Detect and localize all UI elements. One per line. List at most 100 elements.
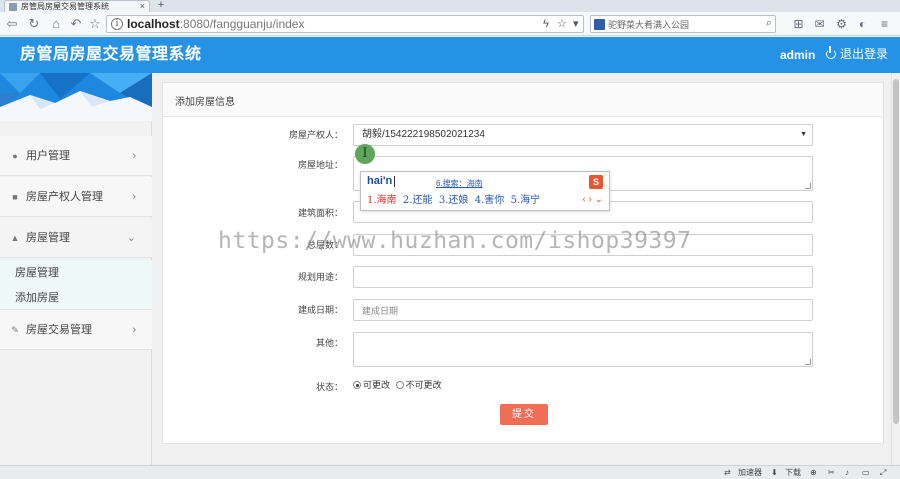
browser-status-bar: ⇄ 加速器 ⬇ 下载 ⊕ ✂ ♪ ▭ ⤢ [0, 465, 900, 479]
ime-page-arrows-icon[interactable]: ‹ › ⌄ [582, 194, 603, 205]
resize-grip-icon[interactable] [805, 359, 811, 365]
screenshot-icon[interactable]: ✂ [828, 467, 835, 478]
settings-gear-icon[interactable]: ⚙ [835, 18, 848, 31]
purpose-input[interactable] [353, 266, 813, 288]
tab-title: 房管局房屋交易管理系统 [21, 2, 109, 11]
ime-candidate[interactable]: 4.害你 [475, 195, 505, 206]
sidebar-submenu-houses: 房屋管理 添加房屋 [0, 260, 152, 310]
caret-down-icon: ▼ [800, 131, 807, 138]
logout-button[interactable]: 退出登录 [826, 46, 888, 63]
browser-toolbar: ⇦ ↻ ⌂ ↶ ☆ i localhost:8080/fangguanju/in… [0, 12, 900, 36]
search-engine-icon[interactable] [594, 19, 605, 30]
add-house-panel: 添加房屋信息 房屋产权人： 胡毅/154222198502021234 ▼ 房屋地… [162, 82, 884, 444]
owner-select[interactable]: 胡毅/154222198502021234 ▼ [353, 124, 813, 146]
ime-candidate-window: hai'n 6.搜索：海南 S 1.海南 2.还能 3.还娘 4.害你 5.海宁… [360, 171, 610, 211]
sidebar-item-label: 房屋产权人管理 [26, 191, 103, 203]
url-text[interactable]: localhost:8080/fangguanju/index [127, 17, 304, 32]
new-tab-button[interactable]: + [153, 0, 169, 12]
apps-icon[interactable]: ⊞ [792, 18, 805, 31]
back-icon[interactable]: ⇦ [4, 16, 20, 32]
area-label: 建筑面积： [297, 208, 343, 218]
tab-close-icon[interactable]: × [140, 1, 145, 12]
scrollbar-thumb[interactable] [893, 79, 899, 424]
submit-button[interactable]: 提交 [500, 404, 548, 425]
dropdown-arrow-icon[interactable]: ▾ [573, 17, 579, 32]
app-header: 房管局房屋交易管理系统 admin 退出登录 [0, 37, 900, 73]
owner-select-value: 胡毅/154222198502021234 [362, 129, 485, 140]
user-icon: ● [12, 151, 18, 161]
owner-label: 房屋产权人： [288, 130, 343, 140]
gavel-icon: ✎ [11, 325, 19, 335]
ime-search-link[interactable]: 6.搜索：海南 [436, 178, 483, 189]
reload-icon[interactable]: ↻ [26, 16, 42, 32]
status-locked-radio[interactable] [395, 381, 404, 389]
vertical-scrollbar[interactable] [891, 73, 900, 465]
print-icon[interactable]: ▭ [862, 467, 870, 478]
text-cursor-icon: I [355, 144, 375, 164]
volume-icon[interactable]: ♪ [845, 467, 849, 478]
sidebar: ● 用户管理 › ■ 房屋产权人管理 › ▲ 房屋管理 ⌄ 房屋管理 添加房屋 ✎ 房屋交易管… [0, 73, 152, 465]
lightning-icon[interactable]: ϟ [543, 17, 549, 32]
ime-candidate[interactable]: 2.还能 [403, 195, 433, 206]
menu-icon[interactable]: ≡ [878, 18, 891, 31]
ime-candidate[interactable]: 1.海南 [367, 195, 397, 206]
download-icon[interactable]: ⬇ [771, 467, 778, 478]
ime-caret [394, 176, 395, 187]
other-textarea[interactable] [353, 332, 813, 367]
search-icon[interactable]: ⌕ [766, 17, 772, 30]
mail-icon[interactable]: ✉ [813, 18, 826, 31]
extension-icon[interactable]: ◐ [856, 18, 869, 31]
download-label[interactable]: 下载 [785, 467, 801, 478]
sidebar-subitem-add-house[interactable]: 添加房屋 [15, 291, 59, 305]
panel-title: 添加房屋信息 [175, 97, 235, 108]
browser-search-box[interactable]: ⌕ [590, 15, 776, 33]
status-radio-group: 可更改 不可更改 [353, 379, 442, 391]
built-date-placeholder: 建成日期 [362, 306, 399, 316]
sidebar-item-label: 房屋交易管理 [26, 324, 92, 336]
status-label: 状态： [315, 382, 343, 392]
undo-icon[interactable]: ↶ [68, 16, 84, 32]
ime-candidate[interactable]: 5.海宁 [511, 195, 541, 206]
sogou-logo-icon: S [589, 175, 603, 189]
current-user[interactable]: admin [780, 47, 815, 63]
zoom-icon[interactable]: ⊕ [810, 467, 817, 478]
browser-search-input[interactable] [608, 17, 758, 31]
chevron-down-icon: ⌄ [126, 232, 136, 244]
fullscreen-icon[interactable]: ⤢ [880, 467, 886, 478]
sidebar-item-label: 用户管理 [26, 150, 70, 162]
status-option-label: 可更改 [363, 380, 391, 390]
resize-grip-icon[interactable] [805, 183, 811, 189]
bookmark-star-icon[interactable]: ☆ [557, 17, 567, 32]
chevron-right-icon: › [132, 191, 136, 203]
panel-header: 添加房屋信息 [163, 83, 883, 117]
built-date-input[interactable]: 建成日期 [353, 299, 813, 321]
app-title: 房管局房屋交易管理系统 [20, 46, 202, 63]
power-icon [826, 46, 836, 59]
sidebar-item-label: 房屋管理 [26, 232, 70, 244]
sidebar-item-users[interactable]: ● 用户管理 › [0, 136, 152, 176]
accelerator-icon[interactable]: ⇄ [724, 467, 731, 478]
lock-icon: ■ [12, 192, 18, 202]
logout-label: 退出登录 [840, 47, 889, 61]
browser-tab-strip: 房管局房屋交易管理系统 × + [0, 0, 900, 12]
accelerator-label[interactable]: 加速器 [738, 467, 762, 478]
watermark-text: https://www.huzhan.com/ishop39397 [218, 228, 692, 254]
ime-pinyin: hai'n [367, 175, 393, 187]
sidebar-subitem-house-list[interactable]: 房屋管理 [15, 266, 59, 280]
site-info-icon[interactable]: i [111, 18, 123, 30]
purpose-label: 规划用途： [297, 272, 343, 282]
browser-tab[interactable]: 房管局房屋交易管理系统 × [4, 0, 150, 12]
home-icon[interactable]: ⌂ [48, 16, 64, 32]
favorite-star-icon[interactable]: ☆ [87, 16, 103, 32]
status-editable-radio[interactable] [353, 381, 361, 389]
ime-candidate[interactable]: 3.还娘 [439, 195, 469, 206]
sidebar-item-transactions[interactable]: ✎ 房屋交易管理 › [0, 310, 152, 350]
sidebar-item-houses[interactable]: ▲ 房屋管理 ⌄ [0, 218, 152, 258]
status-option-label: 不可更改 [405, 380, 442, 390]
tab-favicon-icon [9, 3, 17, 11]
address-bar[interactable]: i localhost:8080/fangguanju/index ϟ ☆ ▾ [106, 15, 584, 33]
ime-candidates: 1.海南 2.还能 3.还娘 4.害你 5.海宁 [367, 194, 540, 208]
sidebar-item-owners[interactable]: ■ 房屋产权人管理 › [0, 177, 152, 217]
other-label: 其他： [315, 338, 343, 348]
sidebar-banner [0, 73, 152, 121]
